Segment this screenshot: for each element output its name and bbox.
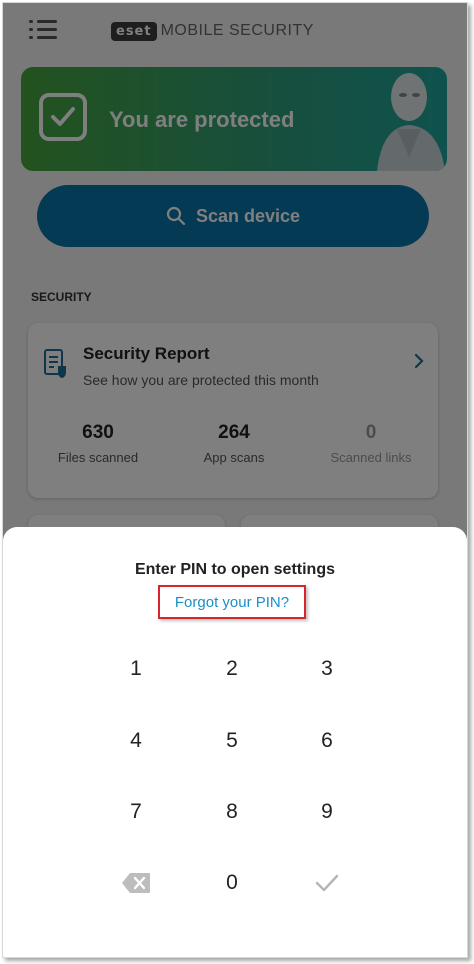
pin-key-0[interactable]: 0 — [192, 858, 272, 908]
forgot-pin-link[interactable]: Forgot your PIN? — [175, 594, 289, 611]
pin-dialog: Enter PIN to open settings Forgot your P… — [3, 527, 467, 957]
pin-key-4[interactable]: 4 — [96, 716, 176, 766]
pin-key-6[interactable]: 6 — [287, 716, 367, 766]
pin-key-2[interactable]: 2 — [192, 644, 272, 694]
pin-key-1[interactable]: 1 — [96, 644, 176, 694]
pin-key-5[interactable]: 5 — [192, 716, 272, 766]
backspace-icon[interactable] — [96, 858, 176, 908]
pin-key-9[interactable]: 9 — [287, 787, 367, 837]
confirm-check-icon[interactable] — [287, 858, 367, 908]
pin-dialog-title: Enter PIN to open settings — [134, 561, 335, 578]
pin-key-7[interactable]: 7 — [96, 787, 176, 837]
pin-key-8[interactable]: 8 — [192, 787, 272, 837]
pin-key-3[interactable]: 3 — [287, 644, 367, 694]
forgot-pin-highlight: Forgot your PIN? — [158, 585, 306, 619]
app-frame: eset MOBILE SECURITY You are protected S… — [2, 2, 468, 958]
